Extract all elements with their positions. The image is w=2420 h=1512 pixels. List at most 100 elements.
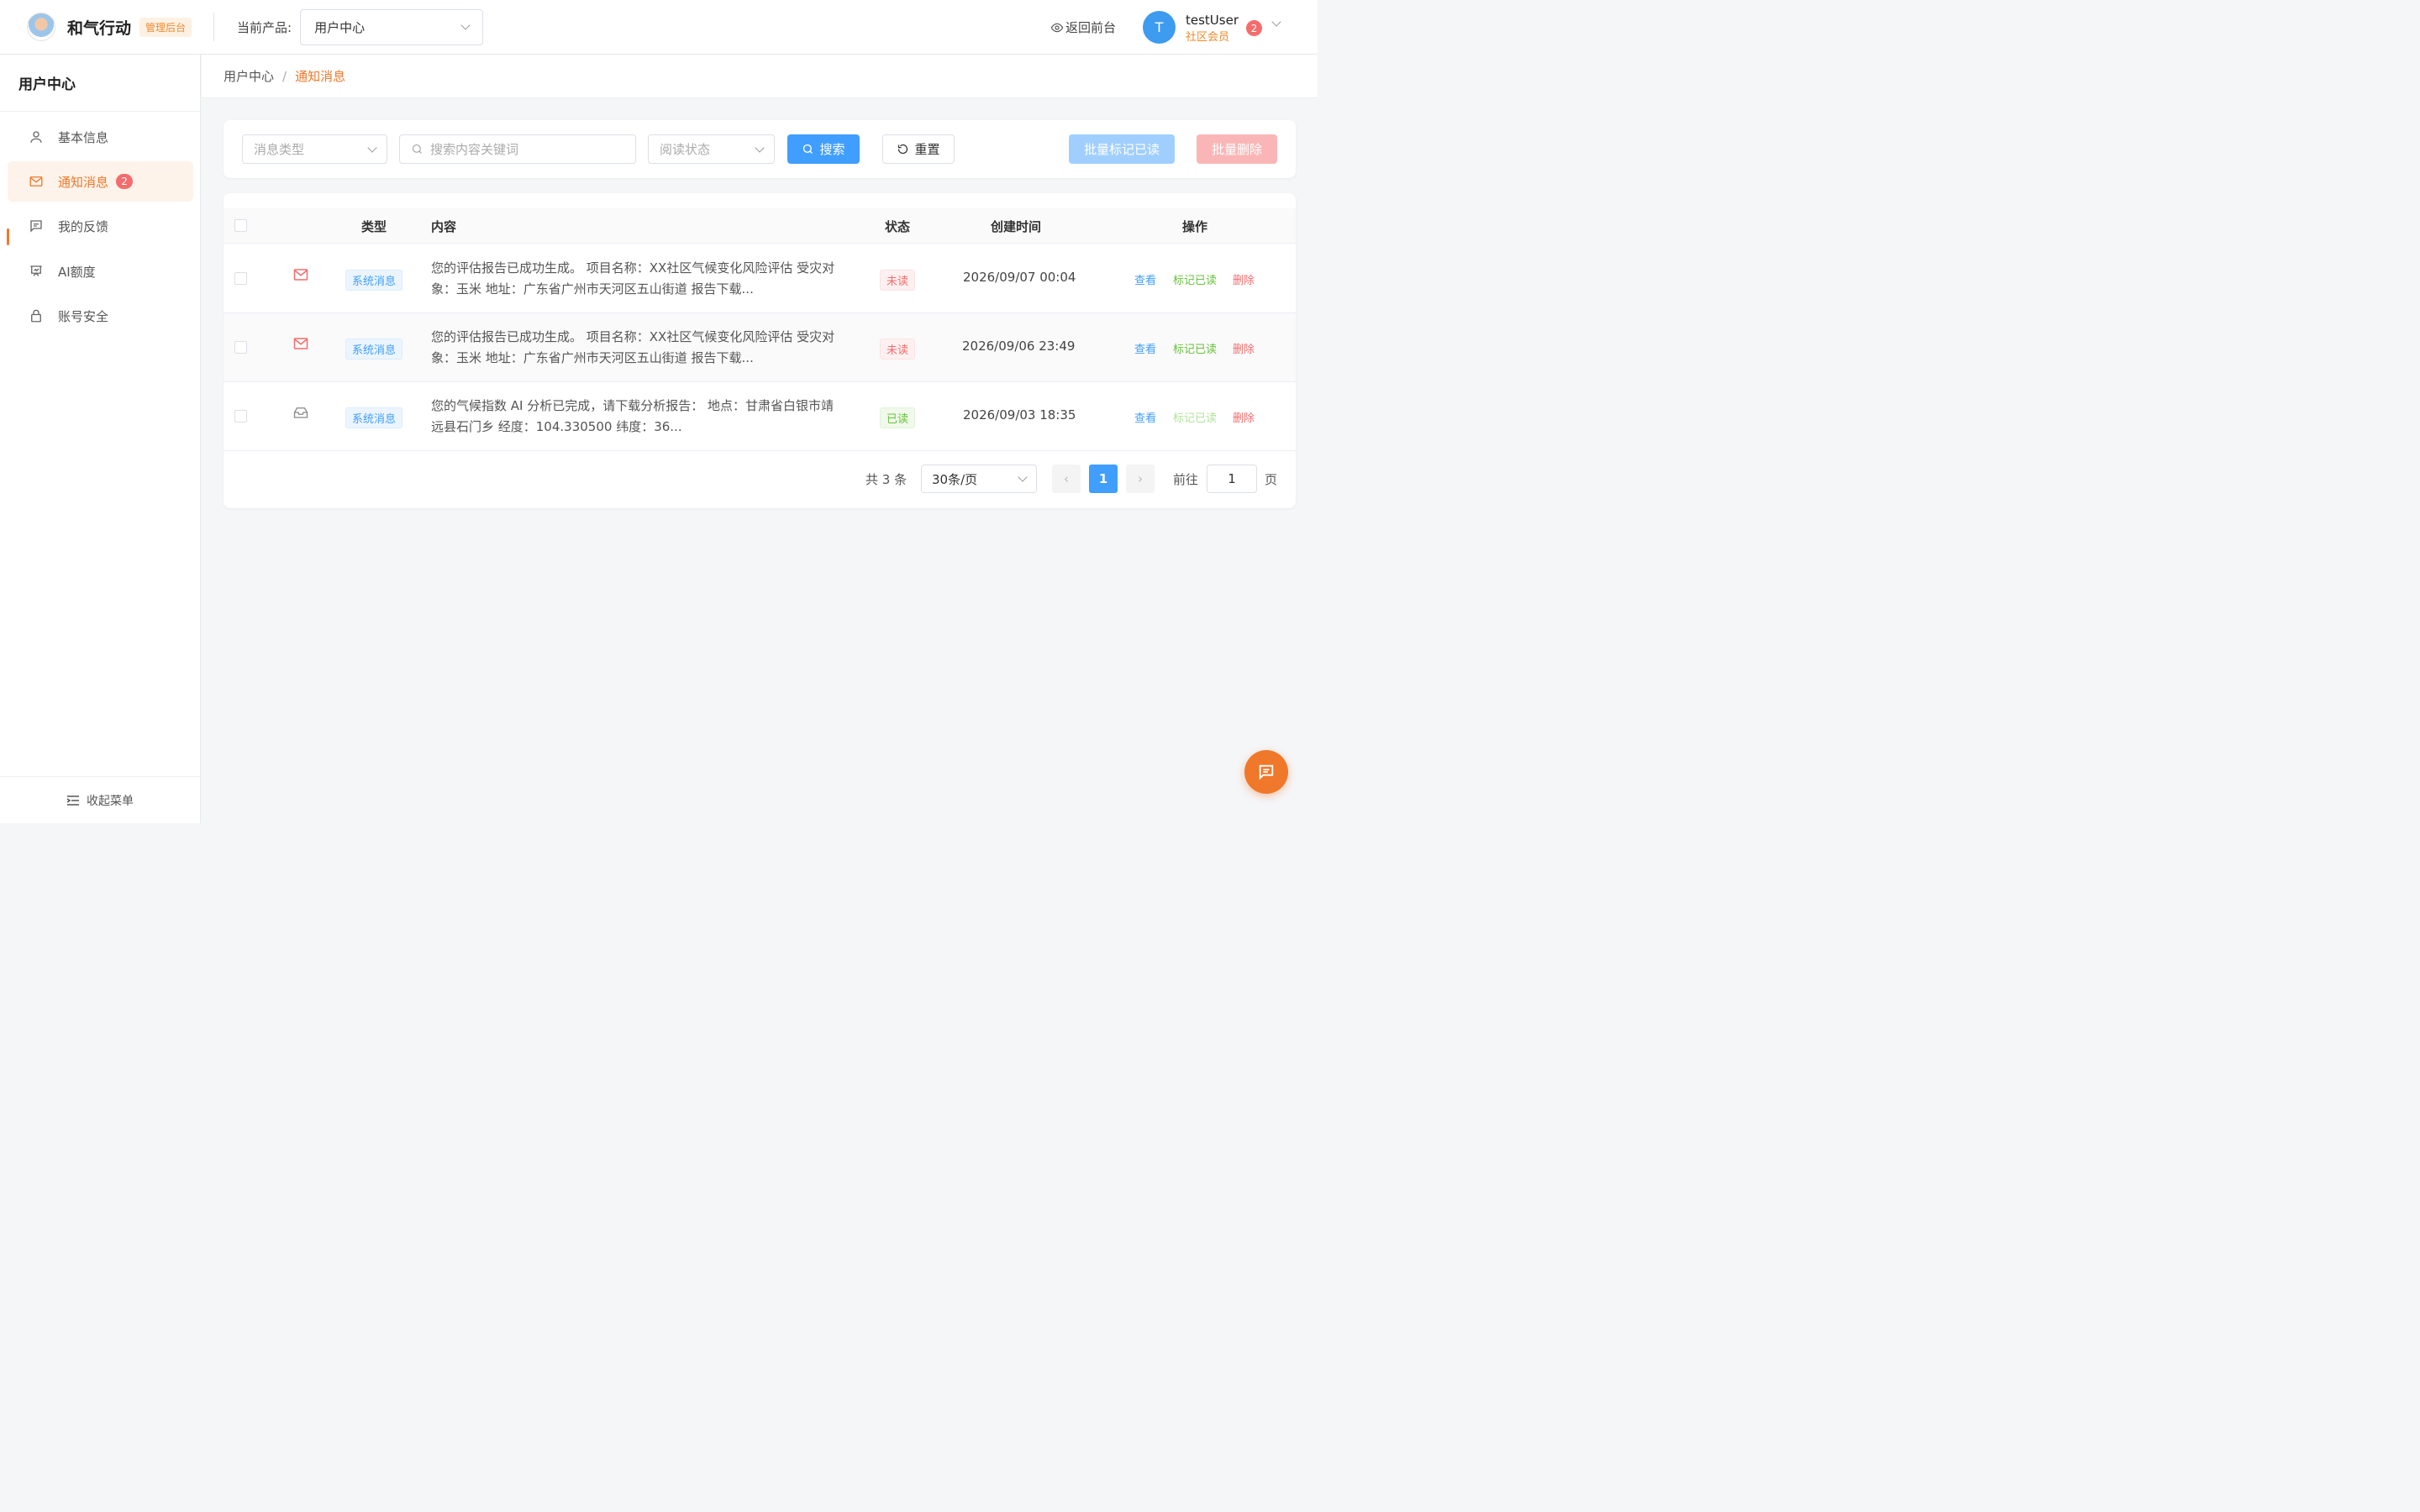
mail-icon xyxy=(29,174,44,189)
pagination: 共 3 条 30条/页 ‹ 1 › 前往 1 页 xyxy=(224,464,1296,494)
messages-table: 类型 内容 状态 创建时间 操作 系统消息 您的评估报告已成功生成。 项目名称：… xyxy=(224,193,1296,508)
message-content: 您的评估报告已成功生成。 项目名称：XX社区气候变化风险评估 受灾对象：玉米 地… xyxy=(431,329,835,365)
breadcrumb: 用户中心 / 通知消息 xyxy=(202,55,1318,98)
filter-card: 消息类型 搜索内容关键词 阅读状态 搜索 重置 批量标记已读 批量删除 xyxy=(224,120,1296,178)
view-link[interactable]: 查看 xyxy=(1134,340,1156,356)
mail-icon xyxy=(293,337,308,354)
sidebar-item-notifications[interactable]: 通知消息 2 xyxy=(8,161,193,202)
view-link[interactable]: 查看 xyxy=(1134,409,1156,425)
prev-page-button[interactable]: ‹ xyxy=(1052,465,1081,493)
batch-delete-label: 批量删除 xyxy=(1211,142,1262,157)
mail-icon xyxy=(293,268,308,285)
chevron-right-icon: › xyxy=(1138,471,1143,486)
created-time: 2026/09/03 18:35 xyxy=(963,407,1076,423)
header-divider xyxy=(213,13,215,41)
chevron-down-icon xyxy=(367,142,377,153)
delete-link[interactable]: 删除 xyxy=(1233,271,1255,287)
message-content: 您的气候指数 AI 分析已完成，请下载分析报告： 地点：甘肃省白银市靖远县石门乡… xyxy=(431,398,834,434)
eye-icon xyxy=(1050,23,1064,32)
table-row: 系统消息 您的评估报告已成功生成。 项目名称：XX社区气候变化风险评估 受灾对象… xyxy=(224,244,1296,313)
page-number-current[interactable]: 1 xyxy=(1089,465,1118,493)
search-button[interactable]: 搜索 xyxy=(787,134,860,164)
delete-link[interactable]: 删除 xyxy=(1233,340,1255,356)
goto-page-input[interactable]: 1 xyxy=(1207,465,1257,493)
user-menu-chevron-icon[interactable] xyxy=(1271,17,1281,27)
header-content: 内容 xyxy=(431,219,457,234)
chart-board-icon xyxy=(29,264,44,279)
breadcrumb-current: 通知消息 xyxy=(295,69,346,84)
top-header: 和气行动 管理后台 当前产品: 用户中心 xyxy=(0,0,1318,55)
message-type-placeholder: 消息类型 xyxy=(254,142,305,157)
delete-link[interactable]: 删除 xyxy=(1233,409,1255,425)
collapse-menu-button[interactable]: 收起菜单 xyxy=(0,776,200,823)
chat-icon xyxy=(1259,764,1274,780)
table-row: 系统消息 您的气候指数 AI 分析已完成，请下载分析报告： 地点：甘肃省白银市靖… xyxy=(224,382,1296,451)
chat-float-button[interactable] xyxy=(1244,750,1288,794)
brand-logo[interactable] xyxy=(27,13,55,41)
type-tag: 系统消息 xyxy=(345,339,403,360)
header-created: 创建时间 xyxy=(991,219,1042,234)
chevron-down-icon xyxy=(755,142,765,153)
status-badge: 未读 xyxy=(880,339,916,360)
row-checkbox[interactable] xyxy=(234,410,247,423)
breadcrumb-parent[interactable]: 用户中心 xyxy=(224,67,274,85)
sidebar-item-basic-info[interactable]: 基本信息 xyxy=(8,117,193,157)
mark-read-link[interactable]: 标记已读 xyxy=(1173,271,1217,287)
sidebar-item-label: AI额度 xyxy=(58,264,96,280)
reset-button[interactable]: 重置 xyxy=(882,134,955,164)
sidebar-item-label: 我的反馈 xyxy=(58,218,109,234)
keyword-search-input[interactable]: 搜索内容关键词 xyxy=(399,134,636,164)
created-time: 2026/09/07 00:04 xyxy=(963,270,1076,285)
refresh-icon xyxy=(898,144,908,155)
sidebar-item-feedback[interactable]: 我的反馈 xyxy=(8,206,193,246)
row-checkbox[interactable] xyxy=(234,272,247,285)
row-checkbox[interactable] xyxy=(234,341,247,354)
message-type-select[interactable]: 消息类型 xyxy=(242,134,387,164)
mark-read-link[interactable]: 标记已读 xyxy=(1173,340,1217,356)
product-label: 当前产品: xyxy=(237,19,292,35)
sidebar-item-label: 账号安全 xyxy=(58,308,109,324)
user-role: 社区会员 xyxy=(1186,31,1230,44)
select-all-checkbox[interactable] xyxy=(234,219,247,232)
mark-read-link-disabled: 标记已读 xyxy=(1173,412,1218,425)
created-time: 2026/09/06 23:49 xyxy=(962,339,1076,354)
feedback-icon xyxy=(29,218,44,234)
avatar[interactable]: T xyxy=(1143,11,1176,44)
message-content: 您的评估报告已成功生成。 项目名称：XX社区气候变化风险评估 受灾对象：玉米 地… xyxy=(431,260,835,297)
status-badge: 未读 xyxy=(880,270,916,291)
collapse-menu-icon xyxy=(66,795,79,806)
sidebar-item-ai-quota[interactable]: AI额度 xyxy=(8,251,193,291)
product-select[interactable]: 用户中心 xyxy=(300,8,484,45)
header-type: 类型 xyxy=(361,219,387,234)
type-tag: 系统消息 xyxy=(345,407,403,428)
product-select-value: 用户中心 xyxy=(314,19,366,35)
sidebar: 用户中心 基本信息 通知消息 2 我的反馈 AI额度 账号安全 收起菜单 xyxy=(0,55,201,823)
table-row: 系统消息 您的评估报告已成功生成。 项目名称：XX社区气候变化风险评估 受灾对象… xyxy=(224,313,1296,382)
total-count: 共 3 条 xyxy=(865,472,908,487)
page-size-value: 30条/页 xyxy=(932,471,978,487)
reset-button-label: 重置 xyxy=(914,142,940,157)
search-icon xyxy=(803,144,813,154)
batch-delete-button[interactable]: 批量删除 xyxy=(1197,134,1277,164)
read-status-select[interactable]: 阅读状态 xyxy=(648,134,775,164)
header-status: 状态 xyxy=(885,219,911,234)
page-size-select[interactable]: 30条/页 xyxy=(921,465,1037,493)
notification-badge[interactable]: 2 xyxy=(1246,20,1262,36)
batch-mark-read-button[interactable]: 批量标记已读 xyxy=(1069,134,1175,164)
goto-label: 前往 xyxy=(1173,472,1199,487)
batch-mark-read-label: 批量标记已读 xyxy=(1083,142,1160,157)
read-status-placeholder: 阅读状态 xyxy=(660,142,711,157)
view-link[interactable]: 查看 xyxy=(1134,271,1156,287)
breadcrumb-separator: / xyxy=(282,68,287,84)
sidebar-item-security[interactable]: 账号安全 xyxy=(8,296,193,336)
open-mail-icon xyxy=(293,406,308,423)
collapse-menu-label: 收起菜单 xyxy=(87,794,134,808)
sidebar-title: 用户中心 xyxy=(0,55,200,112)
next-page-button[interactable]: › xyxy=(1126,465,1155,493)
status-badge: 已读 xyxy=(880,407,916,428)
search-button-label: 搜索 xyxy=(819,142,845,157)
page-suffix: 页 xyxy=(1265,472,1278,487)
user-name[interactable]: testUser xyxy=(1186,13,1239,28)
type-tag: 系统消息 xyxy=(345,270,403,291)
back-to-front-link[interactable]: 返回前台 xyxy=(1050,18,1116,36)
